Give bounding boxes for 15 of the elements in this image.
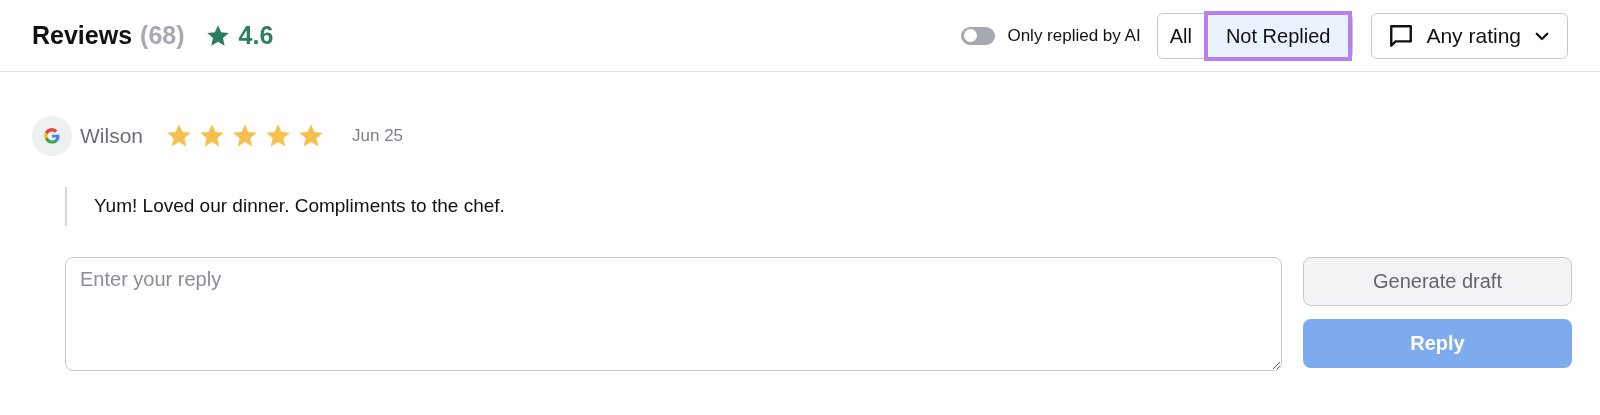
review-date: Jun 25 — [352, 125, 404, 148]
average-rating: 4.6 — [238, 19, 274, 51]
reviewer-name: Wilson — [80, 123, 143, 150]
page-title: Reviews — [32, 19, 133, 51]
review-count: (68) — [140, 19, 185, 51]
generate-draft-button[interactable]: Generate draft — [1303, 256, 1572, 306]
toggle-switch[interactable] — [961, 26, 996, 45]
comment-icon — [1388, 22, 1415, 49]
filter-tab[interactable]: Not Replied — [1203, 10, 1353, 61]
review-text: Yum! Loved our dinner. Compliments to the chef. — [94, 194, 506, 218]
filter-tab[interactable]: All — [1157, 10, 1204, 61]
toggle-label: Only replied by AI — [1007, 24, 1141, 47]
google-icon — [32, 116, 72, 156]
reply-field[interactable]: Enter your reply — [65, 256, 1282, 371]
rating-dropdown[interactable]: Any rating — [1371, 12, 1568, 59]
